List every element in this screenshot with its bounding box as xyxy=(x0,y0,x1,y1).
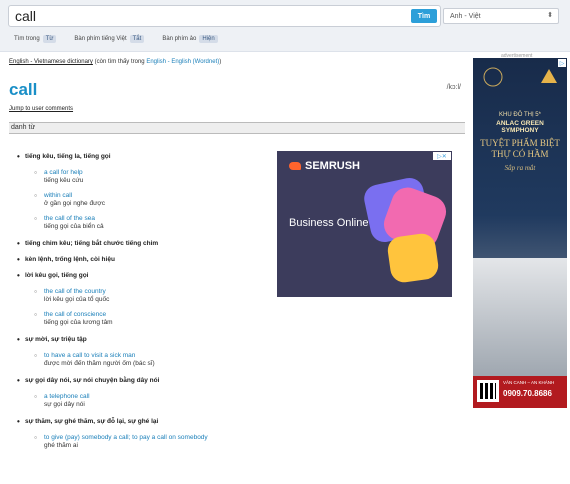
dictionary-link[interactable]: English - Vietnamese dictionary xyxy=(9,59,93,65)
ad-line2: ANLAC GREEN SYMPHONY xyxy=(496,120,544,134)
option-toggle[interactable]: Hiện xyxy=(199,35,218,43)
option-label: Bàn phím tiếng Việt xyxy=(74,36,127,42)
example-en[interactable]: to have a call to visit a sick man xyxy=(44,352,479,360)
option-virtual-keyboard: Bàn phím ảo Hiện xyxy=(162,35,218,43)
shape-yellow xyxy=(387,233,439,283)
phonetic: /kɔ:l/ xyxy=(446,84,461,91)
example-en[interactable]: a telephone call xyxy=(44,393,479,401)
also-in-text: (còn tìm thấy trong xyxy=(94,59,145,65)
option-toggle[interactable]: Từ xyxy=(42,35,57,43)
search-button[interactable]: Tìm xyxy=(411,9,437,23)
sense-item: sự gọi dây nói, sự nói chuyện bằng dây n… xyxy=(9,376,479,385)
headword: call xyxy=(9,80,38,99)
example-item: the call of conscience tiếng gọi của lươ… xyxy=(9,311,479,327)
sense-item: sự mời, sự triệu tập xyxy=(9,335,479,344)
language-select-value: Anh - Việt xyxy=(450,12,481,20)
example-en[interactable]: to give (pay) somebody a call; to pay a … xyxy=(44,434,479,442)
search-options: Tìm trong Từ Bàn phím tiếng Việt Tắt Bàn… xyxy=(14,35,236,43)
example-en[interactable]: the call of conscience xyxy=(44,311,479,319)
jump-to-comments-link[interactable]: Jump to user comments xyxy=(9,106,73,112)
source-line: English - Vietnamese dictionary (còn tìm… xyxy=(9,59,465,65)
option-label: Tìm trong xyxy=(14,36,40,42)
real-estate-ad[interactable]: ▷ KHU ĐÔ THỊ 5* ANLAC GREEN SYMPHONY TUY… xyxy=(473,58,567,408)
sense-item: sự thăm, sự ghé thăm, sự đỗ lại, sự ghé … xyxy=(9,417,479,426)
example-vi: lời kêu gọi của tổ quốc xyxy=(44,296,110,303)
option-toggle[interactable]: Tắt xyxy=(129,35,145,43)
alt-dictionary-link[interactable]: English - English (Wordnet) xyxy=(146,59,219,65)
chevron-updown-icon: ⬍ xyxy=(547,12,553,19)
villa-image xyxy=(473,258,567,378)
example-item: a telephone call sự gọi dây nói xyxy=(9,393,479,409)
close-paren: ) xyxy=(219,59,222,65)
example-vi: được mời đến thăm người ốm (bác sĩ) xyxy=(44,360,155,367)
search-input[interactable] xyxy=(9,6,399,26)
example-vi: tiếng gọi của lương tâm xyxy=(44,319,113,326)
option-label: Bàn phím ảo xyxy=(162,36,197,42)
ad-footer-location: VĂN CANH – AN KHÁNH xyxy=(503,380,555,385)
ad-line1: KHU ĐÔ THỊ 5* xyxy=(499,112,541,118)
semrush-tagline: Business Online xyxy=(289,217,369,229)
ad-line3: TUYỆT PHẨM BIỆT THỰ CÓ HẦM xyxy=(480,138,560,159)
option-search-in: Tìm trong Từ xyxy=(14,35,57,43)
search-box xyxy=(8,5,441,27)
ad-line4: Sắp ra mắt xyxy=(504,164,536,172)
example-item: to give (pay) somebody a call; to pay a … xyxy=(9,434,479,450)
ad-logos xyxy=(483,67,557,87)
example-vi: ghé thăm ai xyxy=(44,442,78,449)
example-item: to have a call to visit a sick man được … xyxy=(9,352,479,368)
language-select[interactable]: Anh - Việt ⬍ xyxy=(443,8,559,24)
search-header: Tìm Anh - Việt ⬍ Tìm trong Từ Bàn phím t… xyxy=(0,0,570,52)
ad-phone: 0909.70.8686 xyxy=(503,389,552,398)
part-of-speech: danh từ xyxy=(9,122,465,134)
semrush-ad[interactable]: ▷✕ SEMRUSH Business Online xyxy=(277,151,452,297)
ad-footer: VĂN CANH – AN KHÁNH 0909.70.8686 xyxy=(473,376,567,408)
qr-code xyxy=(477,380,499,402)
dictionary-entry: English - Vietnamese dictionary (còn tìm… xyxy=(9,57,465,449)
option-vn-keyboard: Bàn phím tiếng Việt Tắt xyxy=(74,35,145,43)
example-vi: sự gọi dây nói xyxy=(44,401,85,408)
